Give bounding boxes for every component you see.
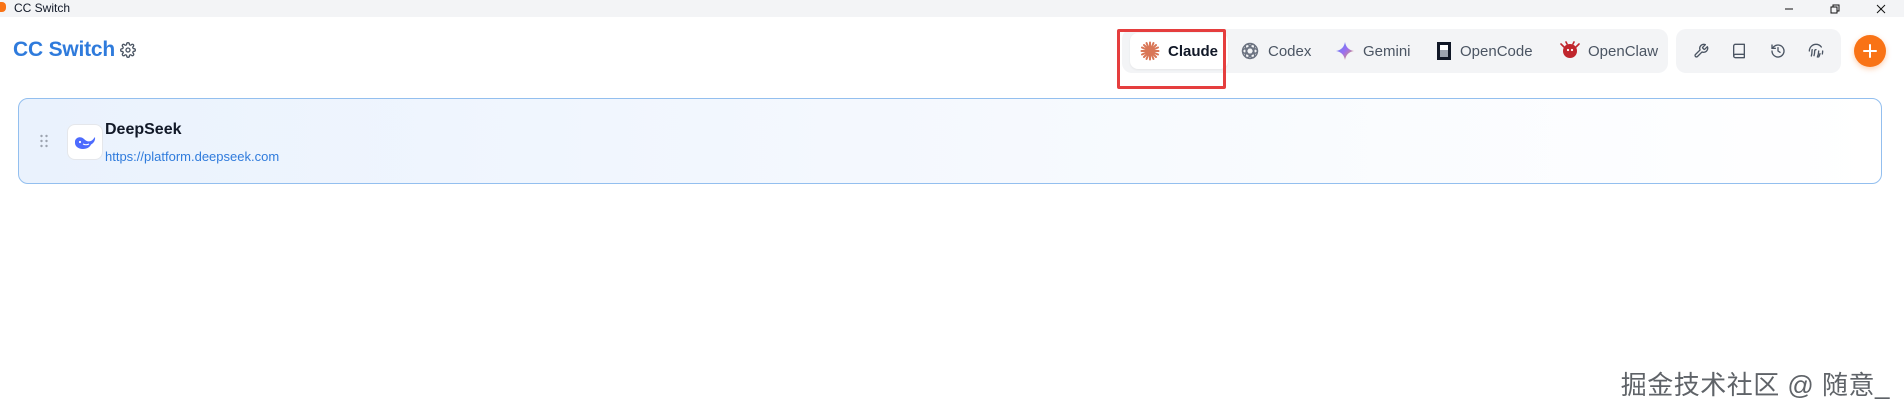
- app-logo-icon: [0, 2, 6, 12]
- provider-card[interactable]: DeepSeek https://platform.deepseek.com: [18, 98, 1882, 184]
- watermark-text: 掘金技术社区 @ 随意_: [1620, 370, 1890, 400]
- tab-opencode[interactable]: OpenCode: [1426, 33, 1543, 69]
- tab-openclaw[interactable]: OpenClaw: [1550, 33, 1668, 69]
- tab-gemini[interactable]: Gemini: [1325, 33, 1421, 69]
- openai-knot-icon: [1241, 42, 1259, 60]
- book-icon: [1733, 43, 1746, 59]
- add-provider-button[interactable]: [1854, 35, 1886, 67]
- highlight-annotation: [1117, 29, 1226, 89]
- auth-button[interactable]: [1801, 36, 1831, 66]
- provider-url-link[interactable]: https://platform.deepseek.com: [105, 149, 279, 164]
- gear-icon: [120, 42, 136, 58]
- toolbar-group: [1676, 29, 1841, 73]
- gemini-sparkle-icon: [1336, 42, 1354, 60]
- openclaw-icon: [1560, 41, 1580, 58]
- minimize-button[interactable]: [1766, 0, 1812, 17]
- restore-icon: [1830, 4, 1840, 13]
- window-title: CC Switch: [14, 1, 71, 15]
- tools-button[interactable]: [1686, 36, 1716, 66]
- tab-codex-label: Codex: [1268, 42, 1312, 60]
- tab-openclaw-label: OpenClaw: [1588, 42, 1659, 60]
- history-button[interactable]: [1763, 36, 1793, 66]
- opencode-icon: [1437, 42, 1451, 60]
- tab-gemini-label: Gemini: [1363, 42, 1411, 60]
- deepseek-whale-icon: [75, 137, 96, 149]
- close-button[interactable]: [1858, 0, 1904, 17]
- window-controls: [1766, 0, 1904, 17]
- docs-button[interactable]: [1724, 36, 1754, 66]
- restore-button[interactable]: [1812, 0, 1858, 17]
- fingerprint-icon: [1808, 43, 1824, 58]
- close-icon: [1876, 4, 1886, 13]
- provider-name: DeepSeek: [105, 121, 182, 138]
- history-icon: [1770, 44, 1785, 58]
- wrench-icon: [1694, 43, 1709, 58]
- plus-icon: [1863, 44, 1877, 58]
- settings-button[interactable]: [119, 41, 137, 59]
- tab-opencode-label: OpenCode: [1460, 42, 1533, 60]
- minimize-icon: [1785, 8, 1793, 9]
- window-titlebar: CC Switch: [0, 0, 1904, 17]
- app-name: CC Switch: [13, 38, 116, 61]
- provider-logo: [67, 124, 103, 160]
- tab-codex[interactable]: Codex: [1230, 33, 1321, 69]
- drag-handle-icon[interactable]: [39, 133, 49, 149]
